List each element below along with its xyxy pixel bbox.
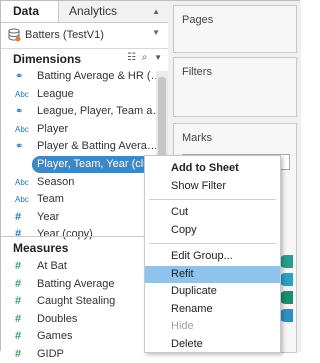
- group-link-icon: ⚭: [32, 156, 34, 173]
- search-icon[interactable]: ⌕: [142, 52, 148, 63]
- marks-pill[interactable]: [279, 255, 293, 268]
- dimension-field-label: Team: [37, 193, 64, 206]
- menu-item[interactable]: Add to Sheet: [145, 160, 280, 177]
- marks-pill[interactable]: [279, 273, 293, 286]
- measures-title: Measures: [13, 241, 69, 255]
- measure-field-label: Games: [37, 330, 73, 343]
- measure-field[interactable]: # At Bat: [1, 258, 156, 275]
- dropdown-icon[interactable]: ▼: [154, 53, 162, 62]
- filters-card[interactable]: Filters: [173, 57, 297, 117]
- menu-item[interactable]: Delete: [145, 336, 280, 353]
- measure-field[interactable]: # Games: [1, 328, 156, 345]
- dimension-field[interactable]: ⚭ Batting Average & HR (…: [1, 68, 156, 85]
- pages-title: Pages: [182, 14, 214, 26]
- group-link-icon: ⚭: [15, 106, 24, 118]
- measure-field-label: At Bat: [37, 260, 67, 272]
- number-type-icon: #: [15, 348, 22, 360]
- datasource-icon: [7, 28, 21, 45]
- menu-separator: [149, 199, 276, 200]
- dimension-field[interactable]: Abc Player: [1, 121, 156, 138]
- menu-item[interactable]: Rename: [145, 301, 280, 318]
- dimension-field-label: Batting Average & HR (…: [37, 70, 156, 82]
- context-menu: Add to Sheet Show Filter Cut Copy Edit Group…: [144, 155, 281, 353]
- measure-field[interactable]: # Doubles: [1, 311, 156, 328]
- measure-field-label: GIDP: [37, 348, 64, 360]
- dimension-field-label: Season: [37, 175, 75, 188]
- tab-analytics[interactable]: Analytics ▲ ▼: [59, 1, 168, 37]
- section-divider: [1, 236, 168, 237]
- group-link-icon: ⚭: [15, 141, 24, 153]
- string-type-icon: Abc: [15, 124, 29, 134]
- dimension-field-label: Player: [37, 122, 69, 135]
- dimensions-title: Dimensions: [13, 52, 82, 66]
- dimension-field-label: Year: [37, 210, 60, 223]
- marks-pill[interactable]: [279, 309, 293, 322]
- menu-separator: [149, 243, 276, 244]
- number-type-icon: #: [15, 330, 22, 343]
- measure-field[interactable]: # Caught Stealing: [1, 293, 156, 310]
- measure-field[interactable]: # Batting Average: [1, 276, 156, 293]
- menu-item[interactable]: Refit: [145, 265, 280, 283]
- dimension-field[interactable]: Abc Season: [1, 174, 156, 191]
- number-type-icon: #: [15, 312, 22, 325]
- dimension-field-label: League: [37, 87, 74, 100]
- datasource-row[interactable]: Batters (TestV1): [1, 22, 168, 49]
- menu-item[interactable]: Edit Group...: [145, 248, 280, 265]
- string-type-icon: Abc: [15, 195, 29, 205]
- dimensions-header: Dimensions ☷ ⌕ ▼: [1, 49, 168, 69]
- menu-item[interactable]: Show Filter: [145, 178, 280, 195]
- measure-field-label: Doubles: [37, 312, 78, 325]
- marks-pill[interactable]: [279, 291, 293, 304]
- tab-analytics-label: Analytics: [69, 4, 118, 18]
- menu-item: Hide: [171, 320, 194, 332]
- menu-item[interactable]: Cut: [145, 204, 280, 221]
- view-list-icon[interactable]: ☷: [127, 52, 136, 63]
- number-type-icon: #: [15, 277, 22, 290]
- number-type-icon: #: [15, 295, 22, 308]
- number-type-icon: #: [15, 260, 22, 272]
- dimension-field[interactable]: ⚭Player, Team, Year (clu…: [32, 156, 150, 173]
- dimensions-header-icons: ☷ ⌕ ▼: [127, 52, 162, 63]
- dimension-field[interactable]: Abc Team: [1, 191, 156, 208]
- menu-item[interactable]: Duplicate: [145, 283, 280, 300]
- string-type-icon: Abc: [15, 89, 29, 99]
- measure-field-label: Caught Stealing: [37, 295, 116, 308]
- filters-title: Filters: [182, 66, 212, 78]
- measure-field[interactable]: # GIDP: [1, 346, 156, 363]
- number-type-icon: #: [15, 210, 22, 223]
- marks-title: Marks: [182, 132, 212, 144]
- group-link-icon: ⚭: [15, 71, 24, 82]
- pane-tabs: Data Analytics ▲ ▼: [1, 1, 168, 37]
- dimension-field[interactable]: ⚭ League, Player, Team a…: [1, 103, 156, 120]
- string-type-icon: Abc: [15, 177, 29, 187]
- dimension-field[interactable]: # Year: [1, 209, 156, 226]
- dimension-field-label: Player & Batting Avera…: [37, 140, 156, 153]
- pages-card[interactable]: Pages: [173, 5, 297, 53]
- dimension-field-label: League, Player, Team a…: [37, 105, 156, 118]
- dimension-field-label: Player, Team, Year (clu…: [37, 158, 150, 170]
- tab-data[interactable]: Data: [1, 1, 59, 22]
- measures-header: Measures: [1, 238, 168, 258]
- datasource-name: Batters (TestV1): [25, 29, 104, 41]
- dimension-field[interactable]: Abc League: [1, 86, 156, 103]
- dimension-field[interactable]: ⚭ Player & Batting Avera…: [1, 138, 156, 155]
- measure-field-label: Batting Average: [37, 277, 115, 290]
- menu-item[interactable]: Copy: [145, 222, 280, 239]
